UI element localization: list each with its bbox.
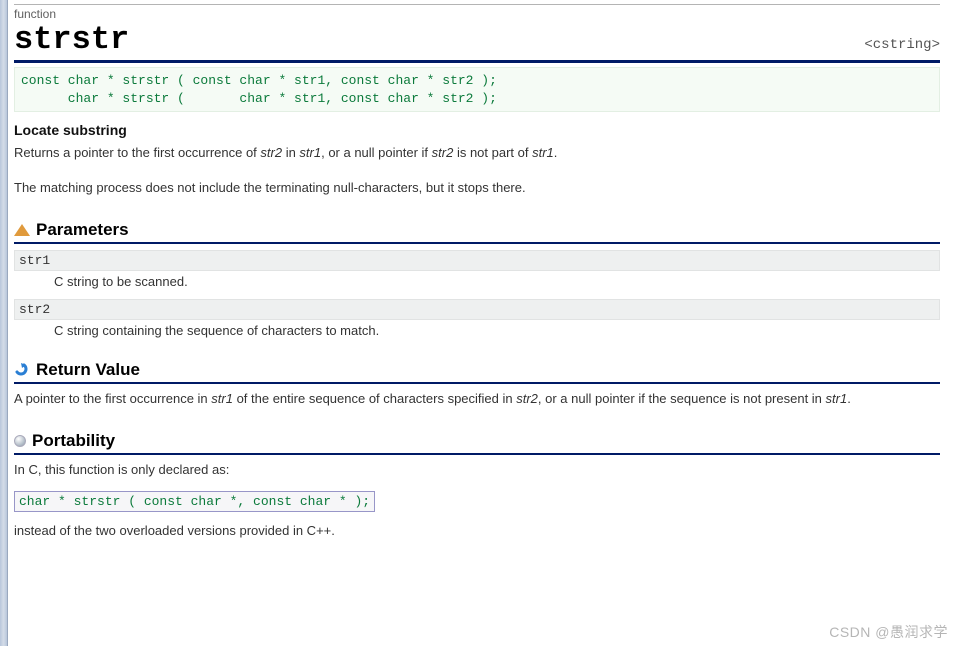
param-ref: str2 (516, 391, 538, 406)
portability-icon (14, 435, 26, 447)
text: A pointer to the first occurrence in (14, 391, 211, 406)
param-item: str2 C string containing the sequence of… (14, 299, 940, 338)
portability-code: char * strstr ( const char *, const char… (14, 491, 375, 512)
section-portability: Portability In C, this function is only … (14, 431, 940, 542)
text: , or a null pointer if the sequence is n… (538, 391, 826, 406)
param-ref: str1 (532, 145, 554, 160)
section-title: Portability (32, 431, 115, 451)
param-desc: C string containing the sequence of char… (54, 323, 940, 338)
portability-line1: In C, this function is only declared as: (14, 461, 940, 480)
return-text: A pointer to the first occurrence in str… (14, 390, 940, 409)
section-return-value: Return Value A pointer to the first occu… (14, 360, 940, 409)
section-title: Parameters (36, 220, 129, 240)
param-name: str1 (14, 250, 940, 271)
section-header: Portability (14, 431, 940, 455)
param-desc: C string to be scanned. (54, 274, 940, 289)
text: is not part of (453, 145, 532, 160)
watermark: CSDN @愚润求学 (829, 622, 948, 642)
return-icon (14, 362, 30, 378)
section-parameters: Parameters str1 C string to be scanned. … (14, 220, 940, 338)
param-ref: str2 (260, 145, 282, 160)
left-scrollbar[interactable] (0, 0, 8, 646)
text: , or a null pointer if (321, 145, 432, 160)
top-divider (14, 4, 940, 5)
param-ref: str1 (826, 391, 848, 406)
text: . (847, 391, 851, 406)
header-include: <cstring> (864, 37, 940, 53)
entity-kind: function (14, 7, 940, 21)
param-name: str2 (14, 299, 940, 320)
description-1: Returns a pointer to the first occurrenc… (14, 144, 940, 163)
param-ref: str1 (299, 145, 321, 160)
text: of the entire sequence of characters spe… (233, 391, 516, 406)
text: in (282, 145, 299, 160)
description-2: The matching process does not include th… (14, 179, 940, 198)
param-ref: str2 (432, 145, 454, 160)
text: . (554, 145, 558, 160)
text: Returns a pointer to the first occurrenc… (14, 145, 260, 160)
param-item: str1 C string to be scanned. (14, 250, 940, 289)
subtitle: Locate substring (14, 122, 940, 138)
param-ref: str1 (211, 391, 233, 406)
section-header: Return Value (14, 360, 940, 384)
page-content: function strstr <cstring> const char * s… (14, 0, 958, 541)
parameters-icon (14, 224, 30, 236)
page-title: strstr (14, 21, 129, 58)
prototype-box: const char * strstr ( const char * str1,… (14, 67, 940, 112)
portability-line2: instead of the two overloaded versions p… (14, 522, 940, 541)
title-row: strstr <cstring> (14, 21, 940, 63)
section-title: Return Value (36, 360, 140, 380)
section-header: Parameters (14, 220, 940, 244)
